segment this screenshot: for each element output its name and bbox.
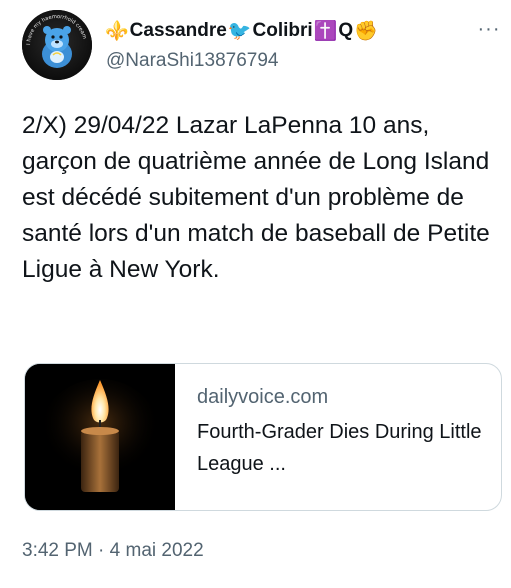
avatar[interactable]: I have my haemorrhoid cream [22,10,92,80]
card-title: Fourth-Grader Dies During Little League … [197,421,482,475]
tweet-timestamp[interactable]: 3:42 PM · 4 mai 2022 [22,540,204,562]
user-handle[interactable]: @NaraShi13876794 [106,50,278,72]
display-name-part: Q [338,20,354,41]
raised-fist-icon: ✊ [354,21,378,42]
fleur-de-lis-icon: ⚜️ [105,21,129,42]
bird-icon: 🐦 [227,21,252,42]
more-options-icon[interactable]: ··· [474,14,504,44]
card-body: dailyvoice.com Fourth-Grader Dies During… [197,382,487,480]
tweet-header: I have my haemorrhoid cream ⚜️ Cassandre… [22,10,499,90]
card-domain: dailyvoice.com [197,386,329,408]
display-name[interactable]: ⚜️ Cassandre 🐦 Colibri ✝️ Q ✊ [104,16,379,46]
link-preview-card[interactable]: dailyvoice.com Fourth-Grader Dies During… [24,363,502,511]
tweet-text: 2/X) 29/04/22 Lazar LaPenna 10 ans, garç… [22,112,490,283]
display-name-part: Colibri [252,20,313,41]
cross-icon: ✝️ [313,21,338,42]
card-thumbnail [25,364,175,510]
candle-icon [25,364,175,510]
display-name-part: Cassandre [129,20,227,41]
